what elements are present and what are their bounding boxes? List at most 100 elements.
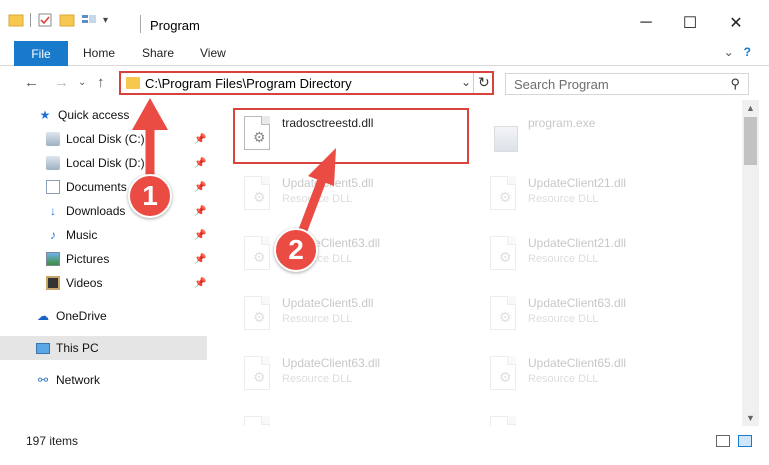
forward-arrow-icon[interactable]: →: [54, 74, 69, 91]
file-item[interactable]: ⚙: [234, 408, 464, 426]
cloud-icon: ☁: [37, 309, 49, 323]
scroll-down-icon[interactable]: ▼: [746, 413, 755, 423]
file-item[interactable]: program.exe: [480, 108, 710, 164]
sidebar-item-downloads[interactable]: ↓ Downloads 📌: [0, 199, 207, 223]
disk-icon: [46, 132, 60, 146]
document-page-graphic: ⚙: [244, 356, 270, 390]
dll-file-icon: ⚙: [240, 176, 274, 216]
file-item[interactable]: ⚙ UpdateClient63.dll Resource DLL: [234, 228, 464, 284]
address-bar[interactable]: C:\Program Files\Program Directory ⌄ ↻: [119, 71, 494, 95]
pin-icon[interactable]: 📌: [194, 158, 206, 169]
sidebar-item-label: Downloads: [66, 204, 126, 218]
file-item[interactable]: ⚙ UpdateClient63.dll Resource DLL: [234, 348, 464, 404]
window-title: Program: [150, 18, 200, 33]
file-item[interactable]: ⚙ UpdateClient65.dll Resource DLL: [480, 348, 710, 404]
file-item[interactable]: ⚙ UpdateClient5.dll Resource DLL: [234, 168, 464, 224]
item-count: 197 items: [26, 434, 79, 448]
folder-icon[interactable]: [8, 12, 24, 28]
sidebar-item-label: Local Disk (D:): [66, 156, 145, 170]
gear-icon: ⚙: [253, 189, 266, 205]
exe-window-graphic: [494, 126, 518, 152]
sidebar-item-this-pc[interactable]: This PC: [0, 336, 207, 360]
sidebar-item-onedrive[interactable]: ☁ OneDrive: [0, 304, 207, 328]
help-icon[interactable]: ?: [744, 45, 751, 59]
search-icon[interactable]: ⚲: [730, 76, 740, 92]
refresh-icon[interactable]: ↻: [478, 74, 490, 91]
pin-icon[interactable]: 📌: [194, 206, 206, 217]
scroll-thumb[interactable]: [744, 117, 757, 165]
ribbon-tabs: File Home Share View ⌄ ?: [0, 40, 769, 66]
address-path[interactable]: C:\Program Files\Program Directory: [145, 76, 352, 91]
toolbar-divider: [30, 13, 31, 27]
gear-icon: ⚙: [253, 309, 266, 325]
sidebar-item-network[interactable]: ⚯ Network: [0, 368, 207, 392]
file-item[interactable]: ⚙ UpdateClient5.dll Resource DLL: [234, 288, 464, 344]
ribbon-collapse-icon[interactable]: ⌄: [724, 45, 734, 59]
file-item[interactable]: ⚙ UpdateClient21.dll Resource DLL: [480, 168, 710, 224]
new-folder-icon[interactable]: [59, 12, 75, 28]
pin-icon[interactable]: 📌: [194, 254, 206, 265]
minimize-button[interactable]: ─: [626, 10, 666, 36]
ribbon-right-controls: ⌄ ?: [724, 45, 751, 59]
search-input[interactable]: Search Program ⚲: [505, 73, 749, 95]
details-view-icon[interactable]: [716, 435, 730, 447]
sidebar-item-local-disk-d[interactable]: Local Disk (D:) 📌: [0, 151, 207, 175]
tab-share[interactable]: Share: [142, 46, 174, 60]
step-1-badge: 1: [128, 174, 172, 218]
address-row: ← → ⌄ ↑ C:\Program Files\Program Directo…: [0, 66, 769, 100]
file-item[interactable]: ⚙ UpdateClient21.dll Resource DLL: [480, 228, 710, 284]
download-arrow-icon: ↓: [50, 204, 56, 218]
up-arrow-icon[interactable]: ↑: [97, 74, 105, 91]
vertical-scrollbar[interactable]: ▲ ▼: [742, 100, 759, 426]
disk-icon: [46, 156, 60, 170]
customize-view-icon[interactable]: [81, 12, 97, 28]
sidebar-item-videos[interactable]: Videos 📌: [0, 271, 207, 295]
address-dropdown-icon[interactable]: ⌄: [461, 75, 471, 89]
tab-view[interactable]: View: [200, 46, 226, 60]
document-page-graphic: ⚙: [244, 236, 270, 270]
pin-icon[interactable]: 📌: [194, 230, 206, 241]
sidebar-item-music[interactable]: ♪ Music 📌: [0, 223, 207, 247]
file-type: Resource DLL: [528, 253, 599, 265]
sidebar-item-label: Network: [56, 373, 101, 387]
gear-icon: ⚙: [253, 249, 266, 265]
sidebar-item-documents[interactable]: Documents 📌: [0, 175, 207, 199]
dll-file-icon: ⚙: [486, 356, 520, 396]
step-2-badge: 2: [274, 228, 318, 272]
gear-icon: ⚙: [499, 369, 512, 385]
document-page-graphic: ⚙: [490, 416, 516, 426]
large-icons-view-icon[interactable]: [738, 435, 752, 447]
document-page-graphic: ⚙: [244, 416, 270, 426]
back-arrow-icon[interactable]: ←: [24, 74, 39, 91]
pin-icon[interactable]: 📌: [194, 134, 206, 145]
tab-file[interactable]: File: [14, 41, 68, 66]
close-button[interactable]: ✕: [716, 10, 756, 36]
maximize-button[interactable]: ☐: [670, 10, 710, 36]
recent-locations-icon[interactable]: ⌄: [78, 77, 86, 88]
sidebar-item-quick-access[interactable]: ★ Quick access: [0, 103, 207, 127]
sidebar-item-label: Local Disk (C:): [66, 132, 145, 146]
navigation-pane: ★ Quick access Local Disk (C:) 📌 Local Disk …: [0, 100, 207, 426]
sidebar-item-pictures[interactable]: Pictures 📌: [0, 247, 207, 271]
tab-home[interactable]: Home: [83, 46, 115, 60]
pin-icon[interactable]: 📌: [194, 278, 206, 289]
scroll-up-icon[interactable]: ▲: [746, 103, 755, 113]
gear-icon: ⚙: [499, 189, 512, 205]
file-name: UpdateClient5.dll: [282, 176, 374, 190]
file-name: UpdateClient65.dll: [528, 356, 627, 370]
file-item[interactable]: ⚙ UpdateClient63.dll Resource DLL: [480, 288, 710, 344]
star-icon: ★: [39, 108, 51, 122]
computer-icon: [36, 342, 50, 354]
pin-icon[interactable]: 📌: [194, 182, 206, 193]
dll-file-icon: ⚙: [240, 356, 274, 396]
file-type: Resource DLL: [528, 313, 599, 325]
pictures-icon: [46, 252, 60, 266]
properties-check-icon[interactable]: [37, 12, 53, 28]
file-name: UpdateClient21.dll: [528, 176, 627, 190]
toolbar-dropdown-icon[interactable]: ▾: [103, 15, 108, 26]
sidebar-item-label: This PC: [56, 341, 99, 355]
dll-file-icon: ⚙: [240, 236, 274, 276]
file-name: UpdateClient5.dll: [282, 296, 374, 310]
file-item[interactable]: ⚙: [480, 408, 710, 426]
sidebar-item-local-disk-c[interactable]: Local Disk (C:) 📌: [0, 127, 207, 151]
